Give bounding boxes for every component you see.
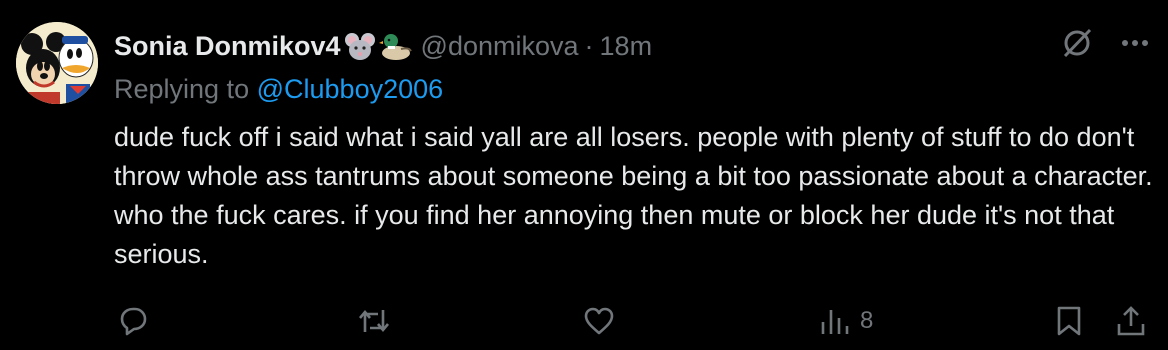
- timestamp[interactable]: 18m: [600, 31, 653, 62]
- share-icon: [1114, 304, 1148, 338]
- retweet-button[interactable]: [356, 300, 392, 342]
- reply-button[interactable]: [116, 300, 150, 342]
- author-name[interactable]: Sonia Donmikov4: [114, 31, 341, 62]
- header-separator: ·: [584, 30, 594, 61]
- views-button[interactable]: 8: [818, 300, 873, 342]
- duck-emoji-icon: [378, 31, 413, 61]
- mouse-emoji-icon: [343, 31, 377, 61]
- bookmark-icon: [1052, 304, 1086, 338]
- action-bar: 8: [0, 300, 1168, 342]
- replying-to-label: Replying to: [114, 74, 250, 104]
- share-button[interactable]: [1114, 300, 1148, 342]
- grok-icon[interactable]: [1060, 26, 1094, 60]
- replying-to: Replying to @Clubboy2006: [114, 74, 443, 105]
- tweet-text: dude fuck off i said what i said yall ar…: [114, 122, 1153, 269]
- retweet-icon: [356, 304, 392, 338]
- avatar[interactable]: [16, 22, 98, 104]
- tweet[interactable]: Sonia Donmikov4 @donmikova · 18m Replyin…: [0, 0, 1168, 350]
- header-actions: [1060, 26, 1150, 60]
- reply-icon: [116, 304, 150, 338]
- bar-chart-icon: [818, 304, 852, 338]
- bookmark-button[interactable]: [1052, 300, 1086, 342]
- reply-mention-link[interactable]: @Clubboy2006: [257, 74, 444, 104]
- more-options-icon[interactable]: [1120, 38, 1150, 48]
- author-handle[interactable]: @donmikova: [421, 31, 579, 62]
- heart-icon: [582, 304, 616, 338]
- like-button[interactable]: [582, 300, 616, 342]
- views-count: 8: [860, 307, 874, 334]
- tweet-header: Sonia Donmikov4 @donmikova · 18m: [114, 28, 652, 64]
